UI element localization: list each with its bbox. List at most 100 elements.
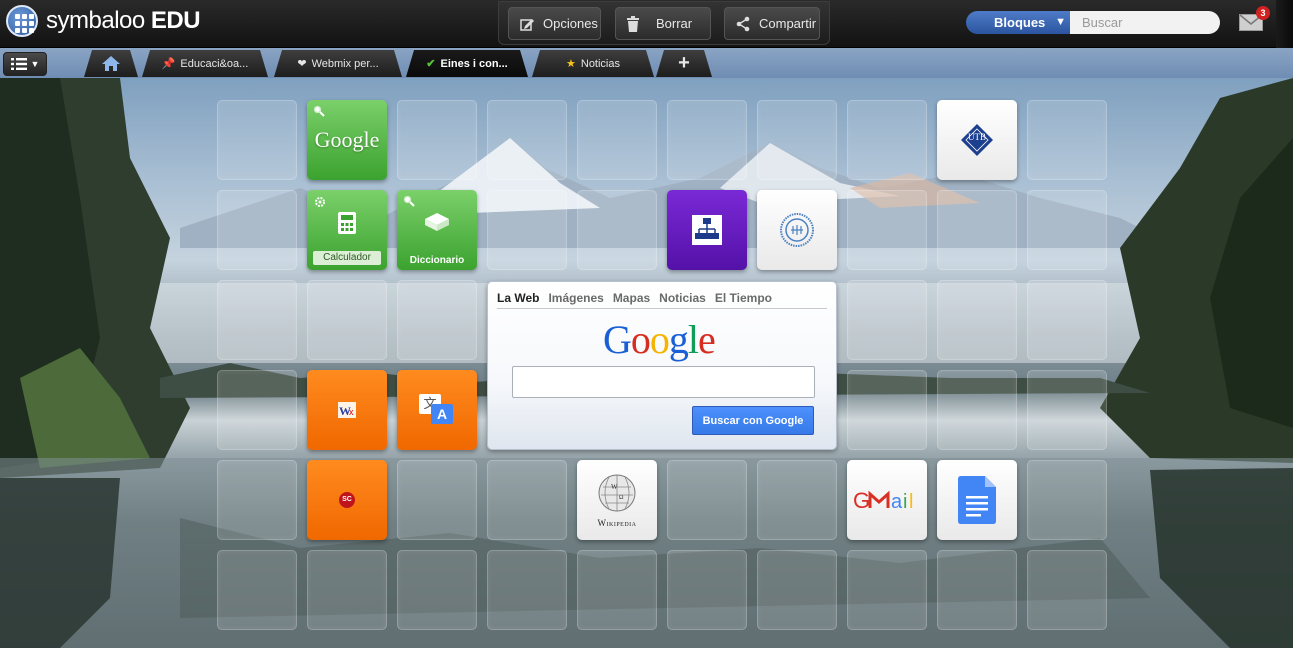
google-tab-images[interactable]: Imágenes xyxy=(548,291,603,308)
org-chart-icon xyxy=(692,215,722,245)
empty-tile[interactable] xyxy=(217,550,297,630)
list-icon xyxy=(10,58,27,70)
menu-button[interactable]: ▼ xyxy=(3,52,47,76)
empty-tile[interactable] xyxy=(847,550,927,630)
empty-tile[interactable] xyxy=(577,550,657,630)
svg-text:l: l xyxy=(909,491,913,512)
empty-tile[interactable] xyxy=(307,550,387,630)
empty-tile[interactable] xyxy=(217,190,297,270)
search-scope-dropdown[interactable]: Bloques ▼ xyxy=(966,11,1070,34)
empty-tile[interactable] xyxy=(937,280,1017,360)
svg-text:a: a xyxy=(891,491,903,512)
empty-tile[interactable] xyxy=(847,370,927,450)
empty-tile[interactable] xyxy=(397,280,477,360)
pin-icon: 📌 xyxy=(161,58,176,70)
empty-tile[interactable] xyxy=(1027,280,1107,360)
search-bar: Bloques ▼ xyxy=(966,11,1220,34)
google-tile-label: Google xyxy=(314,127,380,152)
google-logo: Google xyxy=(603,317,716,362)
tile-sc[interactable]: SC xyxy=(307,460,387,540)
svg-text:x: x xyxy=(349,407,354,417)
tile-translate[interactable]: 文 A xyxy=(397,370,477,450)
delete-button[interactable]: Borrar xyxy=(615,7,711,40)
empty-tile[interactable] xyxy=(487,190,567,270)
empty-tile[interactable] xyxy=(1027,370,1107,450)
empty-tile[interactable] xyxy=(487,460,567,540)
empty-tile[interactable] xyxy=(487,100,567,180)
svg-text:G: G xyxy=(853,488,870,512)
symbaloo-logo-icon[interactable] xyxy=(6,5,38,37)
search-input[interactable] xyxy=(1070,11,1220,34)
empty-tile[interactable] xyxy=(397,100,477,180)
tab-home[interactable] xyxy=(84,50,138,77)
empty-tile[interactable] xyxy=(847,280,927,360)
empty-tile[interactable] xyxy=(217,370,297,450)
google-search-input[interactable] xyxy=(512,366,815,398)
add-tab-button[interactable]: + xyxy=(656,50,712,77)
search-icon xyxy=(313,105,325,117)
svg-text:i: i xyxy=(903,491,907,512)
empty-tile[interactable] xyxy=(397,550,477,630)
empty-tile[interactable] xyxy=(577,190,657,270)
tab-noticias[interactable]: ★ Noticias xyxy=(532,50,654,77)
tile-calculator[interactable]: Calculador xyxy=(307,190,387,270)
tile-dictionary[interactable]: Diccionario xyxy=(397,190,477,270)
tab-bar: ▼ 📌 Educaci&oa... ❤ Webmix per... ✔ Eine… xyxy=(0,48,1293,78)
google-search-button[interactable]: Buscar con Google xyxy=(692,406,814,435)
empty-tile[interactable] xyxy=(1027,100,1107,180)
empty-tile[interactable] xyxy=(217,280,297,360)
tile-wikipedia[interactable]: W Ω Wikipedia xyxy=(577,460,657,540)
app-logo[interactable]: symbaloo EDU xyxy=(46,7,201,35)
empty-tile[interactable] xyxy=(937,370,1017,450)
check-icon: ✔ xyxy=(426,58,436,70)
google-tab-weather[interactable]: El Tiempo xyxy=(715,291,772,308)
caret-down-icon: ▼ xyxy=(30,59,40,69)
tile-utb[interactable]: UTB xyxy=(937,100,1017,180)
wikipedia-tile-label: Wikipedia xyxy=(597,518,637,528)
google-tab-news[interactable]: Noticias xyxy=(659,291,706,308)
empty-tile[interactable] xyxy=(1027,190,1107,270)
tile-seal[interactable] xyxy=(757,190,837,270)
empty-tile[interactable] xyxy=(937,550,1017,630)
star-icon: ★ xyxy=(566,58,576,70)
empty-tile[interactable] xyxy=(397,460,477,540)
tile-gmail[interactable]: G a i l xyxy=(847,460,927,540)
options-button[interactable]: Opciones xyxy=(508,7,601,40)
empty-tile[interactable] xyxy=(757,550,837,630)
empty-tile[interactable] xyxy=(217,100,297,180)
empty-tile[interactable] xyxy=(757,100,837,180)
empty-tile[interactable] xyxy=(667,550,747,630)
empty-tile[interactable] xyxy=(217,460,297,540)
empty-tile[interactable] xyxy=(307,280,387,360)
heart-icon: ❤ xyxy=(297,58,307,70)
empty-tile[interactable] xyxy=(847,190,927,270)
google-tab-web[interactable]: La Web xyxy=(497,291,539,308)
empty-tile[interactable] xyxy=(487,550,567,630)
home-icon xyxy=(102,56,120,71)
book-icon xyxy=(425,213,449,231)
google-tab-maps[interactable]: Mapas xyxy=(613,291,650,308)
tab-eines[interactable]: ✔ Eines i con... xyxy=(406,50,528,77)
empty-tile[interactable] xyxy=(667,460,747,540)
tile-google-docs[interactable] xyxy=(937,460,1017,540)
tab-webmix[interactable]: ❤ Webmix per... xyxy=(274,50,402,77)
toolbar-group: Opciones Borrar Compartir xyxy=(498,1,830,45)
tile-google[interactable]: Google xyxy=(307,100,387,180)
share-button[interactable]: Compartir xyxy=(724,7,820,40)
svg-text:W: W xyxy=(611,483,618,491)
empty-tile[interactable] xyxy=(757,460,837,540)
empty-tile[interactable] xyxy=(1027,550,1107,630)
utb-tile-label: UTB xyxy=(968,132,986,142)
empty-tile[interactable] xyxy=(937,190,1017,270)
document-icon xyxy=(958,476,996,524)
tile-org-chart[interactable] xyxy=(667,190,747,270)
empty-tile[interactable] xyxy=(847,100,927,180)
empty-tile[interactable] xyxy=(1027,460,1107,540)
tab-educacio[interactable]: 📌 Educaci&oa... xyxy=(142,50,268,77)
plus-icon: + xyxy=(678,52,690,74)
empty-tile[interactable] xyxy=(577,100,657,180)
empty-tile[interactable] xyxy=(667,100,747,180)
word-icon: W x xyxy=(338,402,356,418)
tile-word-app[interactable]: W x xyxy=(307,370,387,450)
wikipedia-globe-icon: W Ω xyxy=(598,474,636,512)
